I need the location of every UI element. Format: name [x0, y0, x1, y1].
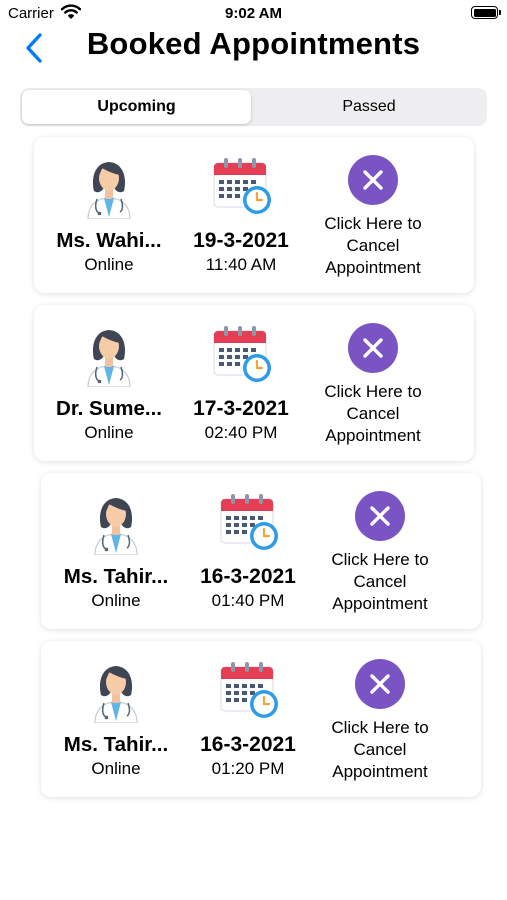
- appointment-card: Dr. Sume... Online 17-3-2021 02:40 PM Cl…: [34, 305, 474, 461]
- cancel-text-line: Click Here to: [331, 718, 429, 737]
- appointment-date: 16-3-2021: [200, 565, 296, 588]
- appointment-date: 17-3-2021: [193, 397, 289, 420]
- doctor-avatar-icon: [87, 330, 131, 387]
- cancel-text-line: Appointment: [325, 426, 421, 445]
- tab-switcher: Upcoming Passed: [20, 88, 487, 126]
- cancel-section: Click Here to Cancel Appointment: [304, 137, 444, 293]
- calendar-clock-icon: [213, 158, 271, 214]
- cancel-text-line: Cancel: [346, 236, 400, 255]
- appointment-time: 11:40 AM: [205, 255, 277, 274]
- status-time: 9:02 AM: [225, 5, 282, 22]
- close-icon: [363, 170, 383, 190]
- doctor-name: Ms. Tahir...: [63, 733, 169, 756]
- consultation-mode: Online: [84, 423, 134, 442]
- cancel-section: Click Here to Cancel Appointment: [311, 473, 451, 629]
- schedule-section: 16-3-2021 01:40 PM: [183, 473, 313, 629]
- appointment-date: 19-3-2021: [193, 229, 289, 252]
- cancel-appointment-button[interactable]: [355, 659, 405, 709]
- appointment-time: 01:40 PM: [211, 591, 285, 610]
- cancel-text-line: Appointment: [325, 258, 421, 277]
- cancel-appointment-link[interactable]: Click Here to Cancel Appointment: [311, 717, 449, 783]
- calendar-clock-icon: [213, 326, 271, 382]
- appointment-card: Ms. Tahir... Online 16-3-2021 01:20 PM C…: [41, 641, 481, 797]
- calendar-clock-icon: [220, 494, 278, 550]
- doctor-section: Dr. Sume... Online: [44, 305, 174, 461]
- doctor-name: Ms. Wahi...: [56, 229, 162, 252]
- cancel-text-line: Cancel: [353, 572, 407, 591]
- doctor-name: Ms. Tahir...: [63, 565, 169, 588]
- consultation-mode: Online: [84, 255, 134, 274]
- appointment-time: 01:20 PM: [211, 759, 285, 778]
- appointment-time: 02:40 PM: [204, 423, 278, 442]
- cancel-text-line: Click Here to: [324, 214, 422, 233]
- schedule-section: 19-3-2021 11:40 AM: [176, 137, 306, 293]
- appointment-card: Ms. Tahir... Online 16-3-2021 01:40 PM C…: [41, 473, 481, 629]
- close-icon: [370, 506, 390, 526]
- appointment-date: 16-3-2021: [200, 733, 296, 756]
- cancel-section: Click Here to Cancel Appointment: [304, 305, 444, 461]
- doctor-avatar-icon: [87, 162, 131, 219]
- close-icon: [370, 674, 390, 694]
- doctor-avatar-icon: [94, 498, 138, 555]
- cancel-appointment-button[interactable]: [348, 323, 398, 373]
- doctor-section: Ms. Tahir... Online: [51, 641, 181, 797]
- cancel-text-line: Appointment: [332, 762, 428, 781]
- consultation-mode: Online: [91, 591, 141, 610]
- appointment-card: Ms. Wahi... Online 19-3-2021 11:40 AM Cl…: [34, 137, 474, 293]
- navigation-bar: Booked Appointments: [0, 24, 507, 72]
- cancel-text-line: Cancel: [346, 404, 400, 423]
- doctor-name: Dr. Sume...: [56, 397, 162, 420]
- cancel-text-line: Click Here to: [331, 550, 429, 569]
- battery-icon: [471, 6, 501, 19]
- cancel-appointment-button[interactable]: [355, 491, 405, 541]
- page-title: Booked Appointments: [86, 26, 421, 61]
- cancel-appointment-link[interactable]: Click Here to Cancel Appointment: [304, 381, 442, 447]
- consultation-mode: Online: [91, 759, 141, 778]
- cancel-appointment-link[interactable]: Click Here to Cancel Appointment: [311, 549, 449, 615]
- doctor-section: Ms. Tahir... Online: [51, 473, 181, 629]
- cancel-text-line: Appointment: [332, 594, 428, 613]
- tab-upcoming[interactable]: Upcoming: [22, 90, 251, 124]
- cancel-appointment-button[interactable]: [348, 155, 398, 205]
- cancel-section: Click Here to Cancel Appointment: [311, 641, 451, 797]
- cancel-appointment-link[interactable]: Click Here to Cancel Appointment: [304, 213, 442, 279]
- doctor-section: Ms. Wahi... Online: [44, 137, 174, 293]
- schedule-section: 17-3-2021 02:40 PM: [176, 305, 306, 461]
- calendar-clock-icon: [220, 662, 278, 718]
- schedule-section: 16-3-2021 01:20 PM: [183, 641, 313, 797]
- tab-passed[interactable]: Passed: [253, 90, 485, 124]
- close-icon: [363, 338, 383, 358]
- cancel-text-line: Cancel: [353, 740, 407, 759]
- doctor-avatar-icon: [94, 666, 138, 723]
- cancel-text-line: Click Here to: [324, 382, 422, 401]
